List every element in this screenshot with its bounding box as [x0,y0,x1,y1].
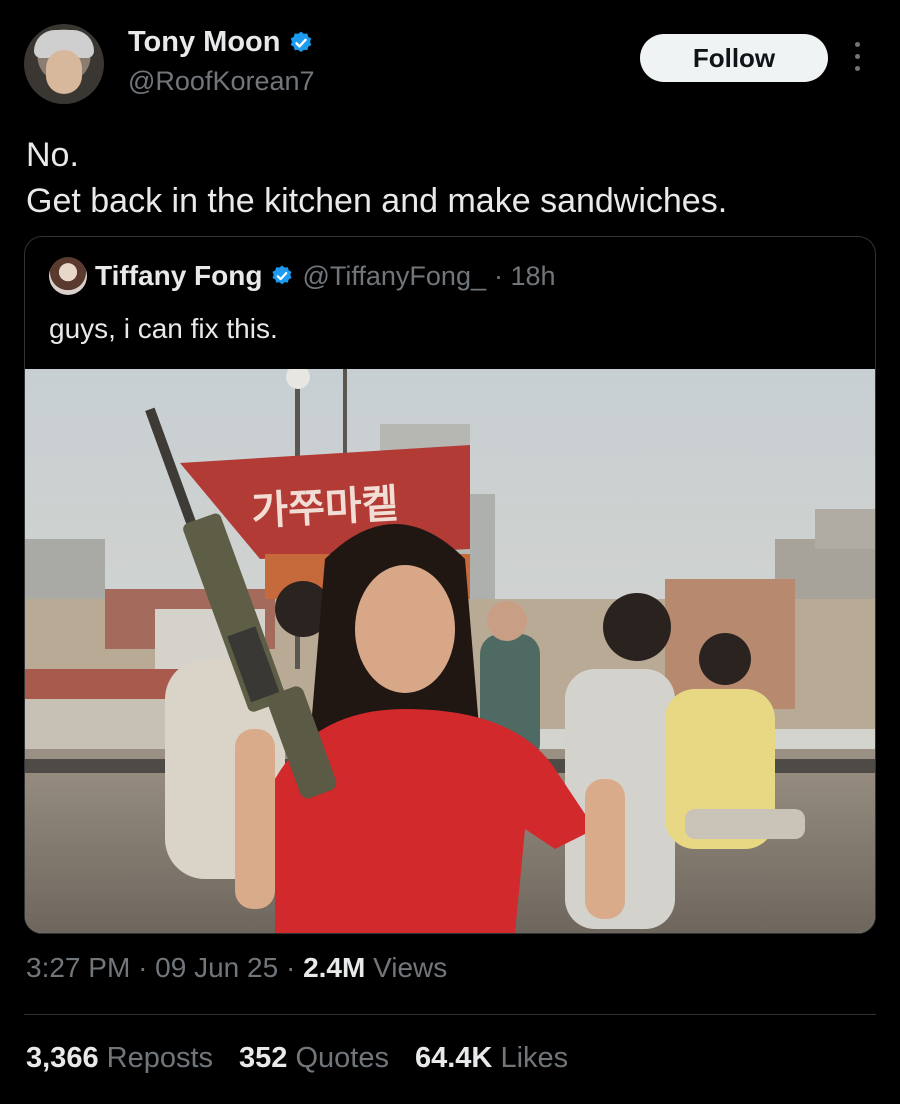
more-options-icon[interactable] [848,42,866,74]
quoted-timestamp: · 18h [493,260,556,291]
divider [24,1014,876,1015]
verified-badge-icon [291,31,312,52]
reposts-stat[interactable]: 3,366 Reposts [26,1042,213,1075]
follow-button[interactable]: Follow [640,34,828,82]
quotes-count: 352 [239,1042,288,1074]
meta-separator: · [138,952,148,983]
quoted-author-handle: @TiffanyFong_ [302,260,486,291]
author-display-name[interactable]: Tony Moon [128,26,280,59]
reposts-label: Reposts [106,1042,214,1074]
quoted-author-avatar [49,257,87,295]
engagement-stats: 3,366 Reposts 352 Quotes 64.4K Likes [26,1042,568,1075]
quoted-tweet-text: guys, i can fix this. [49,313,278,344]
tweet-time[interactable]: 3:27 PM [26,952,130,983]
author-handle[interactable]: @RoofKorean7 [128,66,315,97]
tweet-page: Tony Moon @RoofKorean7 Follow No. Get ba… [0,0,900,1104]
tweet-meta: 3:27 PM · 09 Jun 25 · 2.4M Views [26,952,447,984]
photo-illustration: 가쭈마켙 [25,369,875,933]
tweet-date[interactable]: 09 Jun 25 [155,952,278,983]
tweet-text-line-2: Get back in the kitchen and make sandwic… [26,182,728,220]
views-count: 2.4M [303,952,366,983]
tweet-text-line-1: No. [26,136,79,174]
quoted-tweet-header: Tiffany Fong @TiffanyFong_ · 18h [49,257,556,295]
likes-count: 64.4K [414,1042,493,1074]
author-avatar[interactable] [24,24,104,104]
tweet-text: No. Get back in the kitchen and make san… [26,132,727,224]
likes-label: Likes [500,1042,569,1074]
quotes-stat[interactable]: 352 Quotes [239,1042,389,1075]
verified-badge-icon [272,265,292,285]
quoted-tweet-photo[interactable]: 가쭈마켙 [25,369,875,933]
quotes-label: Quotes [295,1042,389,1074]
quoted-tweet-card[interactable]: Tiffany Fong @TiffanyFong_ · 18h guys, i… [24,236,876,934]
views-label: Views [373,952,448,983]
meta-separator: · [285,952,296,983]
likes-stat[interactable]: 64.4K Likes [415,1042,568,1075]
quoted-author-name: Tiffany Fong [95,260,263,291]
reposts-count: 3,366 [26,1042,99,1074]
author-name-row: Tony Moon [128,26,314,59]
